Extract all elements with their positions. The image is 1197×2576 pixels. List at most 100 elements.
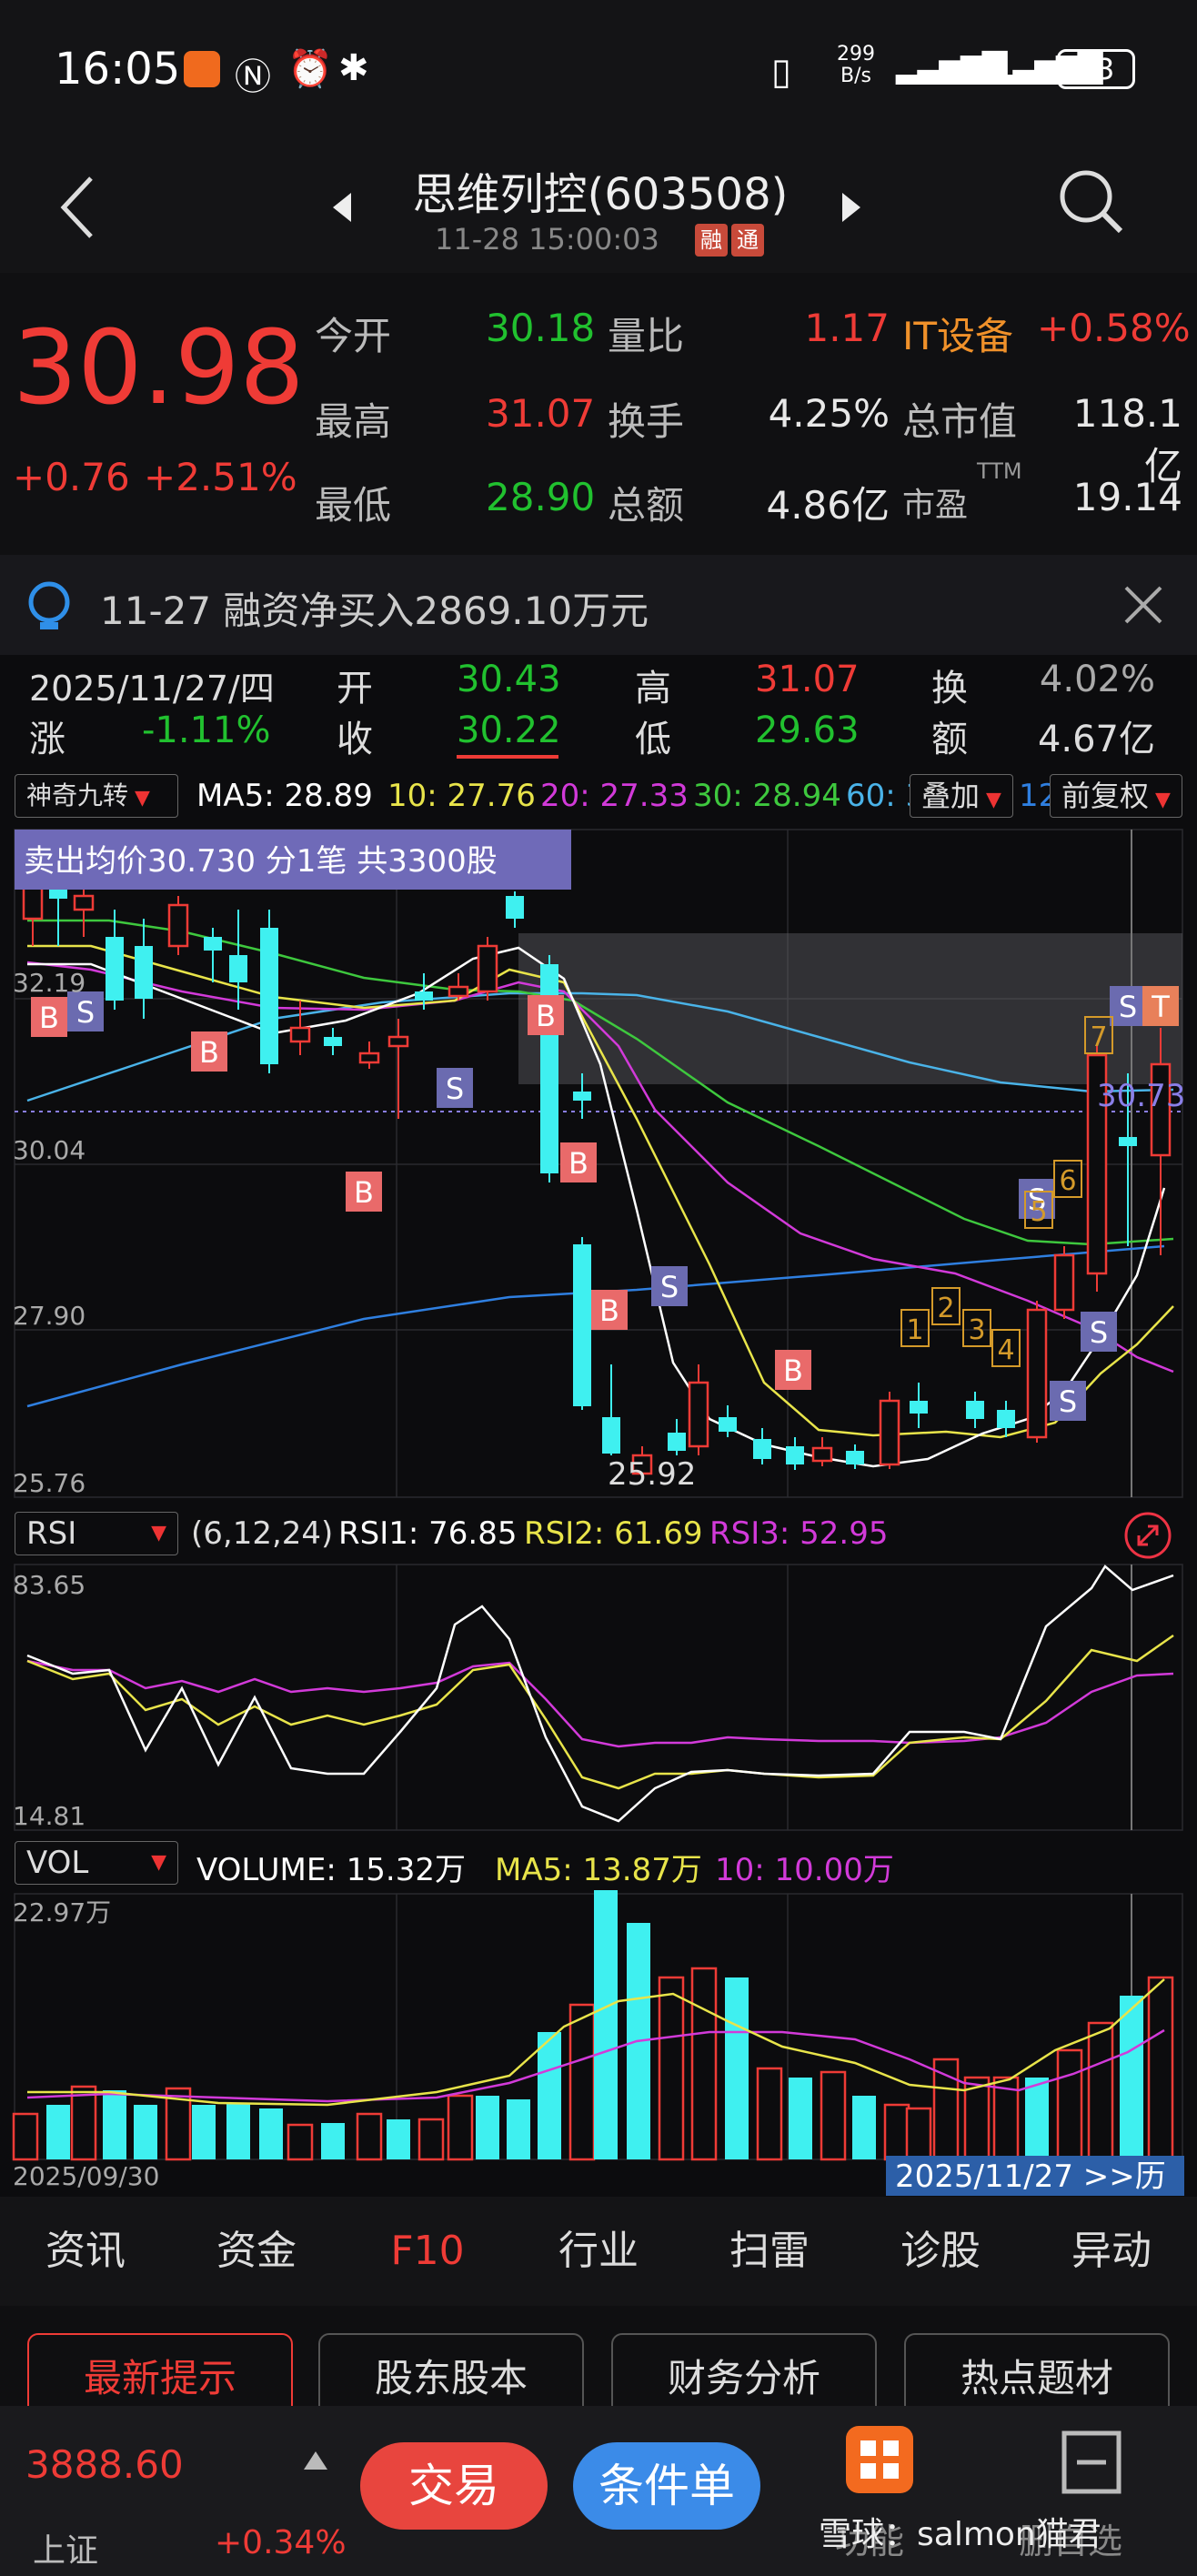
volume-bar [1147, 1976, 1174, 2161]
rsi2-label: RSI2: 61.69 [524, 1515, 703, 1552]
open-label: 今开 [315, 314, 392, 358]
tab-f10[interactable]: F10 [342, 2197, 513, 2306]
search-icon[interactable] [1055, 166, 1128, 238]
pe-value: 19.14 [1072, 475, 1182, 519]
prev-stock-icon[interactable] [329, 189, 357, 226]
amount-label: 总额 [608, 483, 685, 528]
candle-body [1119, 1137, 1137, 1146]
rsi-y-bottom: 14.81 [13, 1801, 86, 1831]
high-value: 31.07 [486, 391, 596, 436]
tab-scan[interactable]: 扫雷 [684, 2197, 855, 2306]
next-stock-icon[interactable] [837, 189, 864, 226]
day-turn: 4.02% [1039, 659, 1155, 700]
expand-icon[interactable] [1121, 1510, 1175, 1561]
notice-bar[interactable]: 11-27 融资净买入2869.10万元 [0, 555, 1197, 655]
current-price-mark: 30.73 [1097, 1078, 1185, 1114]
rsi3-label: RSI3: 52.95 [709, 1515, 889, 1552]
trade-marker: S [1119, 990, 1137, 1024]
volume-bar [1025, 2078, 1049, 2159]
index-value[interactable]: 3888.60 [25, 2442, 184, 2487]
rsi-chart: 83.65 14.81 [0, 1561, 1197, 1834]
candle-body [910, 1401, 928, 1414]
connect-badge: 通 [731, 224, 764, 257]
trade-tooltip: 卖出均价30.730 分1笔 共3300股 [24, 843, 498, 880]
y-label-3: 25.76 [13, 1468, 86, 1498]
trade-marker: B [783, 1353, 803, 1388]
rsi-select[interactable]: RSI ▼ [15, 1512, 178, 1555]
low-value: 28.90 [486, 475, 596, 519]
remove-watchlist-icon[interactable] [1061, 2430, 1122, 2495]
nine-turn-count: 3 [968, 1314, 985, 1346]
day-low-label: 低 [635, 719, 671, 760]
day-amt-label: 额 [931, 719, 968, 760]
trade-marker: T [1151, 990, 1170, 1024]
candle-body [106, 937, 124, 1001]
nine-turn-count: 5 [1030, 1196, 1047, 1228]
sector-link[interactable]: IT设备 [902, 306, 1013, 361]
day-date: 2025/11/27/四 [29, 669, 275, 709]
bulb-icon [28, 581, 70, 629]
volume-bar [852, 2096, 876, 2159]
close-icon[interactable] [1122, 584, 1164, 626]
ma10-label: 10: 27.76 [387, 778, 536, 814]
volume-bar [321, 2123, 345, 2159]
rsi-params: (6,12,24) [191, 1515, 334, 1552]
volume-bar [690, 1967, 718, 2161]
candle-body [846, 1451, 864, 1464]
trade-button[interactable]: 交易 [360, 2442, 548, 2530]
watermark: 雪球：salmon猫君 [819, 2516, 1101, 2553]
y-label-1: 30.04 [13, 1135, 86, 1165]
back-icon[interactable] [55, 171, 100, 244]
candle-body [688, 1381, 709, 1448]
index-name: 上证 [33, 2532, 99, 2570]
condition-order-button[interactable]: 条件单 [573, 2442, 760, 2530]
volume-bar [46, 2105, 70, 2159]
y-label-2: 27.90 [13, 1301, 86, 1331]
tab-capital[interactable]: 资金 [171, 2197, 342, 2306]
rsi-legend-row: RSI ▼ (6,12,24) RSI1: 76.85 RSI2: 61.69 R… [0, 1506, 1197, 1561]
nine-turn-count: 4 [997, 1334, 1014, 1366]
index-arrow-icon [304, 2451, 327, 2470]
kline-chart[interactable]: B SBSBBBBSBSSSS T1234567 卖出均价30.730 分1笔 共3… [0, 825, 1197, 1503]
signal-icon: ▂▃▅▆▇ [896, 47, 1007, 85]
trade-marker: S [1090, 1315, 1108, 1350]
nine-turn-count: 1 [906, 1314, 923, 1346]
battery-icon: 63 [1057, 49, 1135, 89]
tab-industry[interactable]: 行业 [513, 2197, 684, 2306]
function-icon[interactable] [846, 2426, 913, 2493]
vol-ma10-label: 10: 10.00万 [715, 1852, 894, 1888]
tab-news[interactable]: 资讯 [0, 2197, 171, 2306]
pe-ttm: TTM [977, 458, 1022, 484]
nfc-icon: Ⓝ [235, 56, 271, 98]
volume-bar [192, 2105, 216, 2159]
notice-text: 11-27 融资净买入2869.10万元 [100, 589, 649, 633]
tab-diagnose[interactable]: 诊股 [855, 2197, 1026, 2306]
candle-body [415, 991, 433, 1001]
rsi-y-top: 83.65 [13, 1570, 86, 1600]
overlay-button[interactable]: 叠加 ▼ [910, 774, 1013, 818]
volume-bar [226, 2103, 250, 2159]
volume-bar [1120, 1996, 1143, 2159]
trade-marker: S [1059, 1384, 1077, 1419]
candle-body [289, 1026, 311, 1043]
candle-body [573, 1244, 591, 1406]
vol-y-top: 22.97万 [13, 1897, 111, 1927]
indicator-select[interactable]: 神奇九转 ▼ [15, 774, 178, 818]
tab-movement[interactable]: 异动 [1026, 2197, 1197, 2306]
stock-title: 思维列控(603508) [412, 169, 789, 220]
candle-body [668, 1433, 686, 1451]
volume-bar [568, 2003, 596, 2161]
vol-date-right[interactable]: 2025/11/27 >>历 [895, 2158, 1166, 2195]
ma30-label: 30: 28.94 [693, 778, 841, 814]
adjust-button[interactable]: 前复权 ▼ [1050, 774, 1182, 818]
rsi1-label: RSI1: 76.85 [338, 1515, 518, 1552]
alarm-icon: ⏰ [287, 48, 333, 90]
nine-turn-count: 7 [1090, 1021, 1107, 1053]
vol-select[interactable]: VOL ▼ [15, 1841, 178, 1885]
volume-bar [789, 2078, 812, 2159]
candle-body [811, 1446, 833, 1463]
candle-body [260, 928, 278, 1064]
vol-ratio-value: 1.17 [804, 306, 890, 350]
app-notification-icon [184, 51, 220, 87]
pe-label: 市盈 [902, 487, 969, 524]
